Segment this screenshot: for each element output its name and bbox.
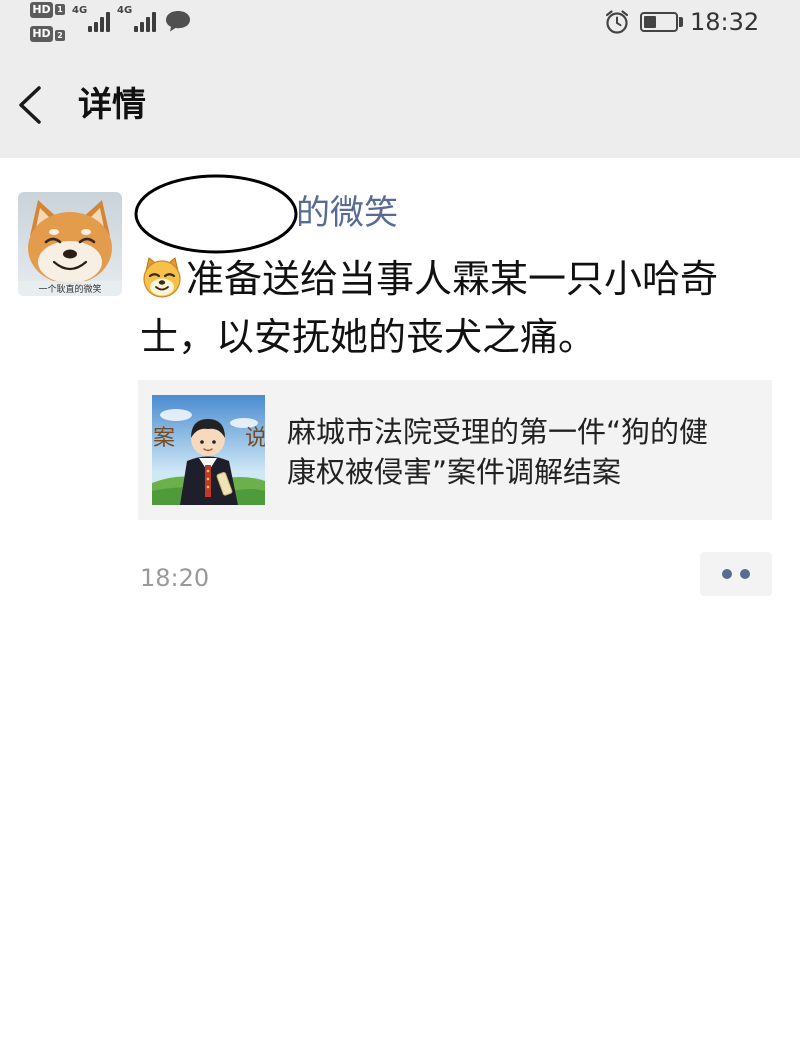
author-name[interactable]: 的微笑 — [296, 190, 398, 236]
top-bar: HD 1 HD 2 4G 4G 18:32 详情 — [0, 0, 800, 158]
avatar-caption: 一个耿直的微笑 — [38, 283, 101, 295]
doge-emoji-icon — [140, 255, 184, 299]
chat-bubble-icon — [166, 11, 190, 32]
post-timestamp: 18:20 — [140, 564, 210, 592]
link-title: 麻城市法院受理的第一件“狗的健康权被侵害”案件调解结案 — [287, 415, 709, 489]
more-dots-icon — [740, 569, 750, 579]
page-title: 详情 — [78, 85, 146, 125]
shared-link-card[interactable]: 案 说 麻城市法院受理的第一件“狗的健康权被侵害”案件调解结案 — [138, 380, 772, 520]
signal-bar — [146, 17, 150, 32]
signal-bar — [134, 26, 138, 32]
post-body-text: 准备送给当事人霖某一只小哈奇士，以安抚她的丧犬之痛。 — [140, 257, 719, 359]
battery-tip — [679, 17, 683, 27]
sim1-hd-badge: HD — [30, 2, 53, 18]
shiba-avatar-image: 一个耿直的微笑 — [18, 192, 122, 296]
thumbnail-right-character: 说 — [245, 426, 265, 451]
battery-level-fill — [644, 16, 656, 28]
signal-bar — [100, 17, 104, 32]
status-time: 18:32 — [690, 8, 760, 36]
signal-bar — [152, 12, 156, 32]
back-button[interactable] — [12, 82, 52, 128]
sim2-slot-badge: 2 — [55, 30, 65, 41]
signal-bar — [106, 12, 110, 32]
signal-bar — [140, 22, 144, 32]
avatar[interactable]: 一个耿直的微笑 — [18, 192, 122, 296]
signal-bar — [94, 22, 98, 32]
network1-label: 4G — [72, 5, 88, 16]
chevron-left-icon — [19, 86, 41, 124]
signal1-icon — [88, 11, 112, 32]
signal-bar — [88, 26, 92, 32]
network2-label: 4G — [117, 5, 133, 16]
more-dots-icon — [722, 569, 732, 579]
post-text: 准备送给当事人霖某一只小哈奇士，以安抚她的丧犬之痛。 — [140, 250, 740, 366]
alarm-clock-icon — [605, 10, 629, 34]
battery-icon — [640, 12, 678, 32]
link-thumbnail: 案 说 — [152, 395, 265, 505]
signal2-icon — [134, 11, 158, 32]
thumbnail-left-character: 案 — [153, 426, 175, 451]
name-redaction-ellipse — [134, 174, 298, 254]
comment-more-button[interactable] — [700, 552, 772, 596]
sim2-hd-badge: HD — [30, 26, 53, 42]
sim1-slot-badge: 1 — [55, 4, 65, 15]
